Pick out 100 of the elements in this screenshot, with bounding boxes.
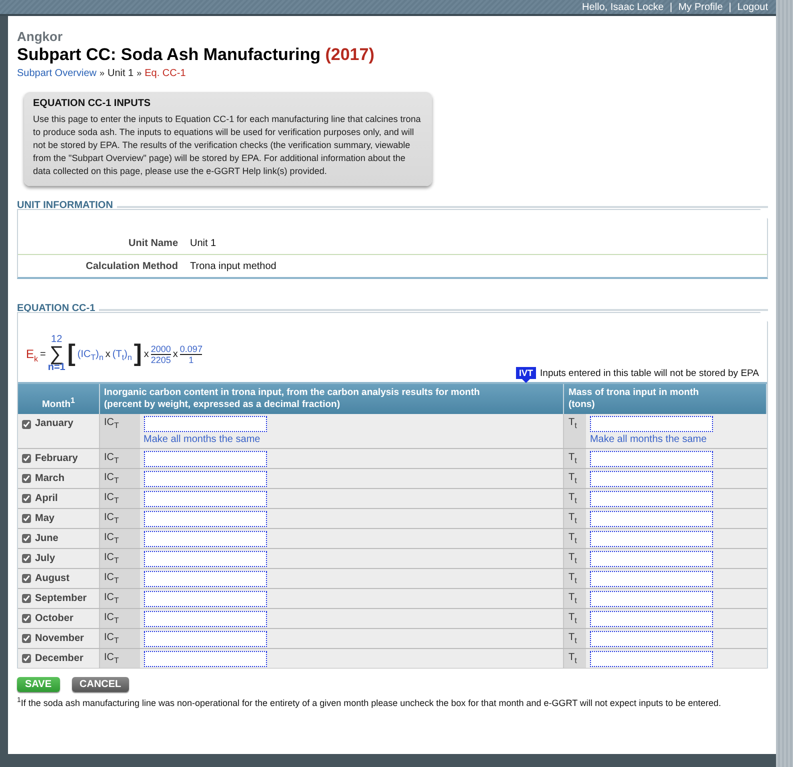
variable-label: T$_{t}$ [564,508,586,528]
month-checkbox[interactable] [22,474,31,483]
separator-text: | [670,2,672,12]
variable-label: IC$_{T}$ [100,468,140,488]
info-box-text: Use this page to enter the inputs to Equation CC-1 for each manufacturing line that calcines trona to produce soda ash. The inputs to equations will be used for verification purposes only, and will not be stored by EPA. The results of the verification checks (the verification summary, viewable from the "Subpart Overview" page) will be stored by EPA. For additional information about the data collected on this page, please use the e-GGRT Help link(s) provided. [33,113,422,178]
variable-label: T$_{t}$ [564,568,586,588]
cancel-button[interactable]: CANCEL [72,676,130,692]
variable-label: T$_{t}$ [564,628,586,648]
month-label: February [35,452,78,464]
variable-label: IC$_{T}$ [100,608,140,628]
input-field[interactable] [144,510,266,526]
breadcrumb-separator: » [136,68,142,78]
variable-label: T$_{t}$ [564,548,586,568]
input-field[interactable] [144,490,266,506]
section-legend: UNIT INFORMATION [17,200,768,211]
variable-label: IC$_{T}$ [100,548,140,568]
input-field[interactable] [590,450,713,466]
input-field[interactable] [590,630,713,646]
input-field[interactable] [144,610,266,626]
month-checkbox[interactable] [22,454,31,463]
input-field[interactable] [144,590,266,606]
month-label: March [35,472,64,484]
input-field[interactable] [590,470,713,486]
variable-label: T$_{t}$ [564,608,586,628]
month-checkbox[interactable] [22,554,31,563]
breadcrumb-current: Eq. CC-1 [144,68,186,79]
variable-label: T$_{t}$ [564,414,586,448]
field-label: Calculation Method [84,260,179,272]
input-field[interactable] [590,650,713,666]
variable-label: T$_{t}$ [564,588,586,608]
input-field[interactable] [144,450,266,466]
column-header: Month$^{1}$ [18,383,100,414]
input-field[interactable] [590,570,713,586]
variable-label: T$_{t}$ [564,648,586,668]
input-field[interactable] [144,570,266,586]
variable-label: T$_{t}$ [564,448,586,468]
field-value: Unit 1 [190,238,216,248]
input-field[interactable] [144,530,266,546]
info-box-title: EQUATION CC-1 INPUTS [33,98,152,109]
save-button[interactable]: SAVE [17,676,60,692]
input-field[interactable] [144,550,266,566]
variable-label: IC$_{T}$ [100,448,140,468]
variable-label: IC$_{T}$ [100,648,140,668]
breadcrumb-separator: » [99,68,104,78]
input-field[interactable] [144,650,266,666]
column-header: Mass of trona input in month (tons) [564,383,766,414]
input-field[interactable] [590,610,713,626]
profile-link[interactable]: My Profile [678,2,723,12]
column-header: Inorganic carbon content in trona input, from the carbon analysis results for month (percent by weight, expressed as a decimal fraction) [100,383,564,414]
variable-label: IC$_{T}$ [100,528,140,548]
variable-label: T$_{t}$ [564,528,586,548]
month-label: April [35,492,58,504]
facility-name: Angkor [17,29,62,44]
breadcrumb-link[interactable]: Subpart Overview [17,68,96,79]
month-checkbox[interactable] [22,614,31,623]
input-field[interactable] [144,416,266,432]
input-field[interactable] [144,630,266,646]
input-field[interactable] [590,590,713,606]
month-label: October [35,612,74,624]
input-field[interactable] [590,490,713,506]
variable-label: IC$_{T}$ [100,588,140,608]
month-checkbox[interactable] [22,494,31,503]
logout-link[interactable]: Logout [737,2,768,12]
input-field[interactable] [590,510,713,526]
section-legend: EQUATION CC-1 [17,303,768,314]
copy-months-link[interactable]: Make all months the same [144,434,260,445]
month-checkbox[interactable] [22,514,31,523]
month-label: May [35,512,54,524]
footnote-text: $^{1}$If the soda ash manufacturing line was non-operational for the entirety of a given month please uncheck the box for that month and e-GGRT will not expect inputs to be entered. [17,696,722,708]
month-checkbox[interactable] [22,420,31,428]
page-title: Subpart CC: Soda Ash Manufacturing (2017) [17,45,374,65]
field-value: Trona input method [190,260,276,272]
variable-label: T$_{t}$ [564,488,586,508]
month-checkbox[interactable] [22,574,31,583]
input-field[interactable] [144,470,266,486]
breadcrumb-item[interactable]: Unit 1 [108,68,134,79]
field-label: Unit Name [128,238,179,248]
month-label: June [35,532,58,544]
variable-label: IC$_{T}$ [100,568,140,588]
month-checkbox[interactable] [22,594,31,603]
month-checkbox[interactable] [22,534,31,543]
variable-label: IC$_{T}$ [100,414,140,448]
variable-label: IC$_{T}$ [100,488,140,508]
note-text: Inputs entered in this table will not be stored by EPA [540,368,759,378]
month-label: July [35,552,56,564]
variable-label: T$_{t}$ [564,468,586,488]
month-label: January [35,418,74,430]
variable-label: IC$_{T}$ [100,628,140,648]
input-field[interactable] [590,550,713,566]
input-field[interactable] [590,530,713,546]
month-label: November [35,632,84,644]
month-label: August [35,572,70,584]
separator-text: | [728,2,732,12]
variable-label: IC$_{T}$ [100,508,140,528]
month-checkbox[interactable] [22,634,31,643]
greeting-text: Hello, Isaac Locke [582,2,664,12]
month-label: December [35,652,84,664]
input-field[interactable] [590,416,713,432]
month-checkbox[interactable] [22,654,31,663]
month-label: September [35,592,87,604]
